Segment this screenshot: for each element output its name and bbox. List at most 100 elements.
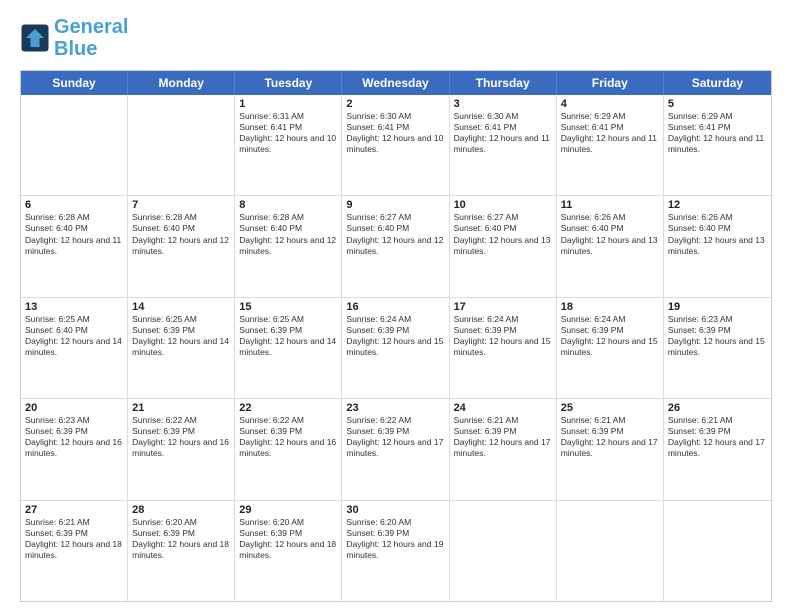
logo: General Blue [20,16,128,60]
day-number: 22 [239,402,337,414]
day-info: Sunrise: 6:28 AM Sunset: 6:40 PM Dayligh… [239,212,337,256]
calendar-cell: 5Sunrise: 6:29 AM Sunset: 6:41 PM Daylig… [664,95,771,195]
day-info: Sunrise: 6:25 AM Sunset: 6:39 PM Dayligh… [239,314,337,358]
day-number: 8 [239,199,337,211]
day-number: 3 [454,98,552,110]
day-number: 20 [25,402,123,414]
day-info: Sunrise: 6:28 AM Sunset: 6:40 PM Dayligh… [25,212,123,256]
day-of-week-header: Wednesday [342,71,449,95]
day-info: Sunrise: 6:27 AM Sunset: 6:40 PM Dayligh… [454,212,552,256]
day-of-week-header: Saturday [664,71,771,95]
calendar-cell: 11Sunrise: 6:26 AM Sunset: 6:40 PM Dayli… [557,196,664,296]
day-info: Sunrise: 6:20 AM Sunset: 6:39 PM Dayligh… [346,517,444,561]
calendar-cell: 12Sunrise: 6:26 AM Sunset: 6:40 PM Dayli… [664,196,771,296]
day-number: 10 [454,199,552,211]
calendar-cell: 17Sunrise: 6:24 AM Sunset: 6:39 PM Dayli… [450,298,557,398]
day-number: 29 [239,504,337,516]
day-of-week-header: Friday [557,71,664,95]
calendar-row: 1Sunrise: 6:31 AM Sunset: 6:41 PM Daylig… [21,95,771,196]
calendar-row: 6Sunrise: 6:28 AM Sunset: 6:40 PM Daylig… [21,196,771,297]
day-info: Sunrise: 6:30 AM Sunset: 6:41 PM Dayligh… [454,111,552,155]
logo-text: General Blue [54,16,128,60]
calendar-cell: 3Sunrise: 6:30 AM Sunset: 6:41 PM Daylig… [450,95,557,195]
day-number: 19 [668,301,767,313]
day-info: Sunrise: 6:21 AM Sunset: 6:39 PM Dayligh… [561,415,659,459]
day-info: Sunrise: 6:20 AM Sunset: 6:39 PM Dayligh… [239,517,337,561]
calendar-cell: 1Sunrise: 6:31 AM Sunset: 6:41 PM Daylig… [235,95,342,195]
calendar-cell [128,95,235,195]
day-info: Sunrise: 6:22 AM Sunset: 6:39 PM Dayligh… [346,415,444,459]
day-number: 26 [668,402,767,414]
day-info: Sunrise: 6:29 AM Sunset: 6:41 PM Dayligh… [561,111,659,155]
day-info: Sunrise: 6:26 AM Sunset: 6:40 PM Dayligh… [668,212,767,256]
calendar-cell [450,501,557,601]
day-info: Sunrise: 6:20 AM Sunset: 6:39 PM Dayligh… [132,517,230,561]
calendar-cell: 24Sunrise: 6:21 AM Sunset: 6:39 PM Dayli… [450,399,557,499]
calendar-body: 1Sunrise: 6:31 AM Sunset: 6:41 PM Daylig… [21,95,771,601]
day-info: Sunrise: 6:21 AM Sunset: 6:39 PM Dayligh… [668,415,767,459]
calendar-cell: 13Sunrise: 6:25 AM Sunset: 6:40 PM Dayli… [21,298,128,398]
day-number: 21 [132,402,230,414]
day-info: Sunrise: 6:24 AM Sunset: 6:39 PM Dayligh… [454,314,552,358]
day-number: 7 [132,199,230,211]
calendar-cell: 4Sunrise: 6:29 AM Sunset: 6:41 PM Daylig… [557,95,664,195]
day-number: 17 [454,301,552,313]
day-number: 13 [25,301,123,313]
day-of-week-header: Thursday [450,71,557,95]
calendar-cell: 14Sunrise: 6:25 AM Sunset: 6:39 PM Dayli… [128,298,235,398]
day-number: 1 [239,98,337,110]
day-info: Sunrise: 6:23 AM Sunset: 6:39 PM Dayligh… [668,314,767,358]
calendar-cell: 8Sunrise: 6:28 AM Sunset: 6:40 PM Daylig… [235,196,342,296]
calendar-cell [557,501,664,601]
day-info: Sunrise: 6:31 AM Sunset: 6:41 PM Dayligh… [239,111,337,155]
calendar-header: SundayMondayTuesdayWednesdayThursdayFrid… [21,71,771,95]
day-info: Sunrise: 6:25 AM Sunset: 6:39 PM Dayligh… [132,314,230,358]
day-info: Sunrise: 6:21 AM Sunset: 6:39 PM Dayligh… [454,415,552,459]
page: General Blue SundayMondayTuesdayWednesda… [0,0,792,612]
calendar-cell: 28Sunrise: 6:20 AM Sunset: 6:39 PM Dayli… [128,501,235,601]
day-number: 14 [132,301,230,313]
day-of-week-header: Sunday [21,71,128,95]
logo-icon [20,23,50,53]
header: General Blue [20,16,772,60]
calendar-cell: 30Sunrise: 6:20 AM Sunset: 6:39 PM Dayli… [342,501,449,601]
calendar-cell: 26Sunrise: 6:21 AM Sunset: 6:39 PM Dayli… [664,399,771,499]
calendar-row: 20Sunrise: 6:23 AM Sunset: 6:39 PM Dayli… [21,399,771,500]
calendar-cell [21,95,128,195]
day-info: Sunrise: 6:28 AM Sunset: 6:40 PM Dayligh… [132,212,230,256]
day-number: 28 [132,504,230,516]
day-number: 4 [561,98,659,110]
day-number: 15 [239,301,337,313]
day-number: 9 [346,199,444,211]
day-info: Sunrise: 6:24 AM Sunset: 6:39 PM Dayligh… [561,314,659,358]
calendar-cell: 10Sunrise: 6:27 AM Sunset: 6:40 PM Dayli… [450,196,557,296]
calendar-cell: 6Sunrise: 6:28 AM Sunset: 6:40 PM Daylig… [21,196,128,296]
day-number: 12 [668,199,767,211]
day-info: Sunrise: 6:27 AM Sunset: 6:40 PM Dayligh… [346,212,444,256]
calendar-cell: 22Sunrise: 6:22 AM Sunset: 6:39 PM Dayli… [235,399,342,499]
day-number: 24 [454,402,552,414]
calendar-cell: 21Sunrise: 6:22 AM Sunset: 6:39 PM Dayli… [128,399,235,499]
day-info: Sunrise: 6:22 AM Sunset: 6:39 PM Dayligh… [239,415,337,459]
day-of-week-header: Tuesday [235,71,342,95]
day-info: Sunrise: 6:30 AM Sunset: 6:41 PM Dayligh… [346,111,444,155]
day-number: 11 [561,199,659,211]
calendar-cell: 27Sunrise: 6:21 AM Sunset: 6:39 PM Dayli… [21,501,128,601]
day-number: 30 [346,504,444,516]
day-number: 23 [346,402,444,414]
day-info: Sunrise: 6:22 AM Sunset: 6:39 PM Dayligh… [132,415,230,459]
day-info: Sunrise: 6:25 AM Sunset: 6:40 PM Dayligh… [25,314,123,358]
calendar-cell: 20Sunrise: 6:23 AM Sunset: 6:39 PM Dayli… [21,399,128,499]
calendar-cell: 9Sunrise: 6:27 AM Sunset: 6:40 PM Daylig… [342,196,449,296]
day-of-week-header: Monday [128,71,235,95]
day-number: 27 [25,504,123,516]
day-info: Sunrise: 6:26 AM Sunset: 6:40 PM Dayligh… [561,212,659,256]
calendar-row: 27Sunrise: 6:21 AM Sunset: 6:39 PM Dayli… [21,501,771,601]
day-number: 5 [668,98,767,110]
calendar-cell [664,501,771,601]
calendar-row: 13Sunrise: 6:25 AM Sunset: 6:40 PM Dayli… [21,298,771,399]
calendar-cell: 15Sunrise: 6:25 AM Sunset: 6:39 PM Dayli… [235,298,342,398]
day-number: 16 [346,301,444,313]
day-info: Sunrise: 6:23 AM Sunset: 6:39 PM Dayligh… [25,415,123,459]
calendar-cell: 16Sunrise: 6:24 AM Sunset: 6:39 PM Dayli… [342,298,449,398]
